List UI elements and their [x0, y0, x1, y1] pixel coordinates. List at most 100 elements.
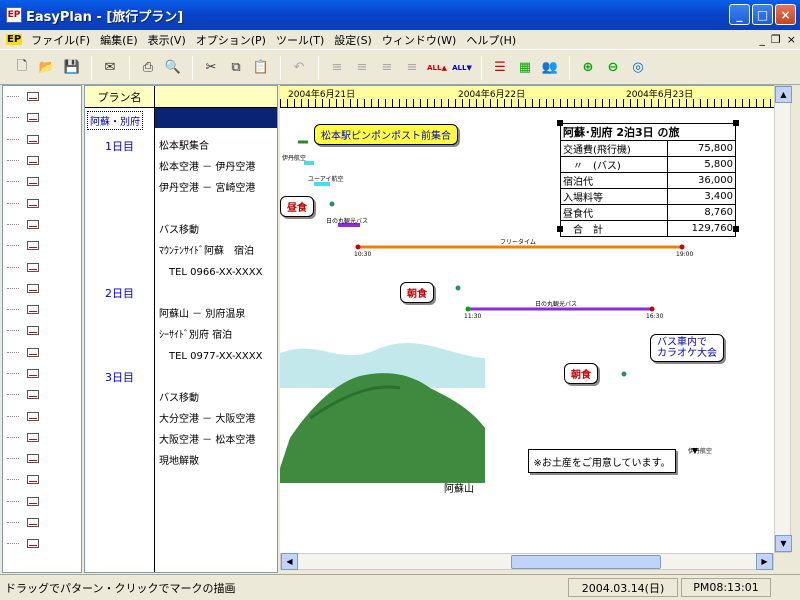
- copy-icon[interactable]: ⧉: [224, 56, 248, 80]
- karaoke-callout[interactable]: バス車内で カラオケ大会: [650, 334, 724, 362]
- plan-line[interactable]: TEL 0977-XX-XXXX: [159, 347, 262, 362]
- resize-handle[interactable]: [557, 226, 563, 232]
- group-icon[interactable]: ▦: [513, 56, 537, 80]
- menu-window[interactable]: ウィンドウ(W): [377, 32, 461, 48]
- plan-line[interactable]: 大阪空港 － 松本空港: [159, 431, 255, 446]
- mdi-minimize-button[interactable]: _: [759, 33, 765, 46]
- souvenir-note[interactable]: ※お土産をご用意しています。: [528, 449, 676, 473]
- mail-icon[interactable]: ✉: [98, 56, 122, 80]
- menu-tools[interactable]: ツール(T): [271, 32, 329, 48]
- bar-time: 10:30: [354, 251, 372, 258]
- print-preview-icon[interactable]: 🔍: [161, 56, 185, 80]
- tree-row[interactable]: [3, 384, 81, 405]
- align-left-icon[interactable]: ≡: [325, 56, 349, 80]
- align-justify-icon[interactable]: ≡: [400, 56, 424, 80]
- tree-row[interactable]: [3, 86, 81, 107]
- tree-row[interactable]: [3, 150, 81, 171]
- all-down-icon[interactable]: ALL▼: [450, 56, 474, 80]
- breakfast-callout[interactable]: 朝食: [564, 363, 598, 384]
- scroll-thumb[interactable]: [511, 555, 661, 569]
- breakfast-callout[interactable]: 朝食: [400, 282, 434, 303]
- plan-line[interactable]: 松本空港 － 伊丹空港: [159, 158, 255, 173]
- tree-row[interactable]: [3, 448, 81, 469]
- print-icon[interactable]: ⎙: [136, 56, 160, 80]
- tree-row[interactable]: [3, 533, 81, 554]
- close-button[interactable]: ×: [775, 4, 796, 25]
- scroll-right-button[interactable]: ▶: [756, 553, 773, 570]
- tree-row[interactable]: [3, 363, 81, 384]
- zoom-in-icon[interactable]: ⊕: [576, 56, 600, 80]
- scroll-down-button[interactable]: ▼: [775, 535, 792, 552]
- tree-row[interactable]: [3, 320, 81, 341]
- tree-row[interactable]: [3, 491, 81, 512]
- menu-options[interactable]: オプション(P): [191, 32, 271, 48]
- plan-line[interactable]: バス移動: [159, 389, 199, 404]
- cost-table[interactable]: 阿蘇･別府 2泊3日 の旅 交通費(飛行機) 75,800 〃 (バス) 5,800…: [560, 123, 737, 237]
- paste-icon[interactable]: 📋: [249, 56, 273, 80]
- tree-row[interactable]: [3, 129, 81, 150]
- minimize-button[interactable]: _: [729, 4, 750, 25]
- tree-row[interactable]: [3, 427, 81, 448]
- tree-row[interactable]: [3, 107, 81, 128]
- horizontal-scrollbar[interactable]: ◀ ▶: [280, 553, 774, 570]
- tree-row[interactable]: [3, 278, 81, 299]
- maximize-button[interactable]: □: [752, 4, 773, 25]
- bar-label: フリータイム: [500, 239, 536, 246]
- resize-handle[interactable]: [733, 226, 739, 232]
- all-up-icon[interactable]: ALL▲: [425, 56, 449, 80]
- tree-row[interactable]: [3, 235, 81, 256]
- menu-view[interactable]: 表示(V): [143, 32, 191, 48]
- open-folder-icon[interactable]: 📂: [35, 56, 59, 80]
- mark-point: [329, 201, 335, 207]
- mail-icon: [27, 326, 39, 336]
- mdi-restore-button[interactable]: ❐: [771, 33, 781, 46]
- tree-row[interactable]: [3, 192, 81, 213]
- tree-row[interactable]: [3, 214, 81, 235]
- resize-handle[interactable]: [557, 120, 563, 126]
- lunch-callout[interactable]: 昼食: [280, 196, 314, 217]
- bar-label: 日の丸観光バス: [326, 218, 369, 225]
- tree-row[interactable]: [3, 405, 81, 426]
- people-icon[interactable]: 👥: [538, 56, 562, 80]
- mdi-close-button[interactable]: ×: [787, 33, 796, 46]
- toolbar-separator: [192, 55, 193, 80]
- plan-line[interactable]: ｼｰｻｲﾄﾞ別府 宿泊: [159, 326, 232, 341]
- zoom-fit-icon[interactable]: ◎: [626, 56, 650, 80]
- meet-callout[interactable]: 松本駅ピンポンポスト前集合: [314, 124, 458, 145]
- scroll-up-button[interactable]: ▲: [775, 86, 792, 103]
- menu-help[interactable]: ヘルプ(H): [461, 32, 521, 48]
- plan-line[interactable]: TEL 0966-XX-XXXX: [159, 263, 262, 278]
- toolbar-separator: [280, 55, 281, 80]
- vertical-scrollbar[interactable]: ▲ ▼: [774, 85, 792, 553]
- tree-row[interactable]: [3, 171, 81, 192]
- menu-edit[interactable]: 編集(E): [95, 32, 143, 48]
- plan-line[interactable]: 阿蘇山 － 別府温泉: [159, 305, 245, 320]
- plan-name-header[interactable]: プラン名: [85, 86, 155, 107]
- tree-row[interactable]: [3, 342, 81, 363]
- plan-line[interactable]: 松本駅集合: [159, 137, 209, 152]
- save-icon[interactable]: 💾: [60, 56, 84, 80]
- plan-line[interactable]: 大分空港 － 大阪空港: [159, 410, 255, 425]
- timeline-canvas[interactable]: 2004年6月21日 2004年6月22日 2004年6月23日 伊丹航空 ユー…: [280, 85, 774, 553]
- tree-row[interactable]: [3, 299, 81, 320]
- plan-line[interactable]: ﾏｳﾝﾃﾝｻｲﾄﾞ阿蘇 宿泊: [159, 242, 254, 257]
- plan-name-cell[interactable]: 阿蘇・別府: [87, 111, 143, 130]
- title-bar: EP EasyPlan - [旅行プラン] _ □ ×: [0, 0, 800, 30]
- cut-icon[interactable]: ✂: [199, 56, 223, 80]
- menu-file[interactable]: ファイル(F): [26, 32, 95, 48]
- zoom-out-icon[interactable]: ⊖: [601, 56, 625, 80]
- plan-line[interactable]: 伊丹空港 － 宮崎空港: [159, 179, 255, 194]
- undo-icon[interactable]: ↶: [287, 56, 311, 80]
- align-right-icon[interactable]: ≡: [375, 56, 399, 80]
- tree-row[interactable]: [3, 512, 81, 533]
- menu-settings[interactable]: 設定(S): [329, 32, 377, 48]
- align-center-icon[interactable]: ≡: [350, 56, 374, 80]
- plan-line[interactable]: 現地解散: [159, 452, 199, 467]
- scroll-left-button[interactable]: ◀: [281, 553, 298, 570]
- tree-row[interactable]: [3, 469, 81, 490]
- bars-icon[interactable]: ☰: [488, 56, 512, 80]
- resize-handle[interactable]: [733, 120, 739, 126]
- plan-line[interactable]: バス移動: [159, 221, 199, 236]
- new-file-icon[interactable]: 🗋: [10, 56, 34, 80]
- tree-row[interactable]: [3, 256, 81, 277]
